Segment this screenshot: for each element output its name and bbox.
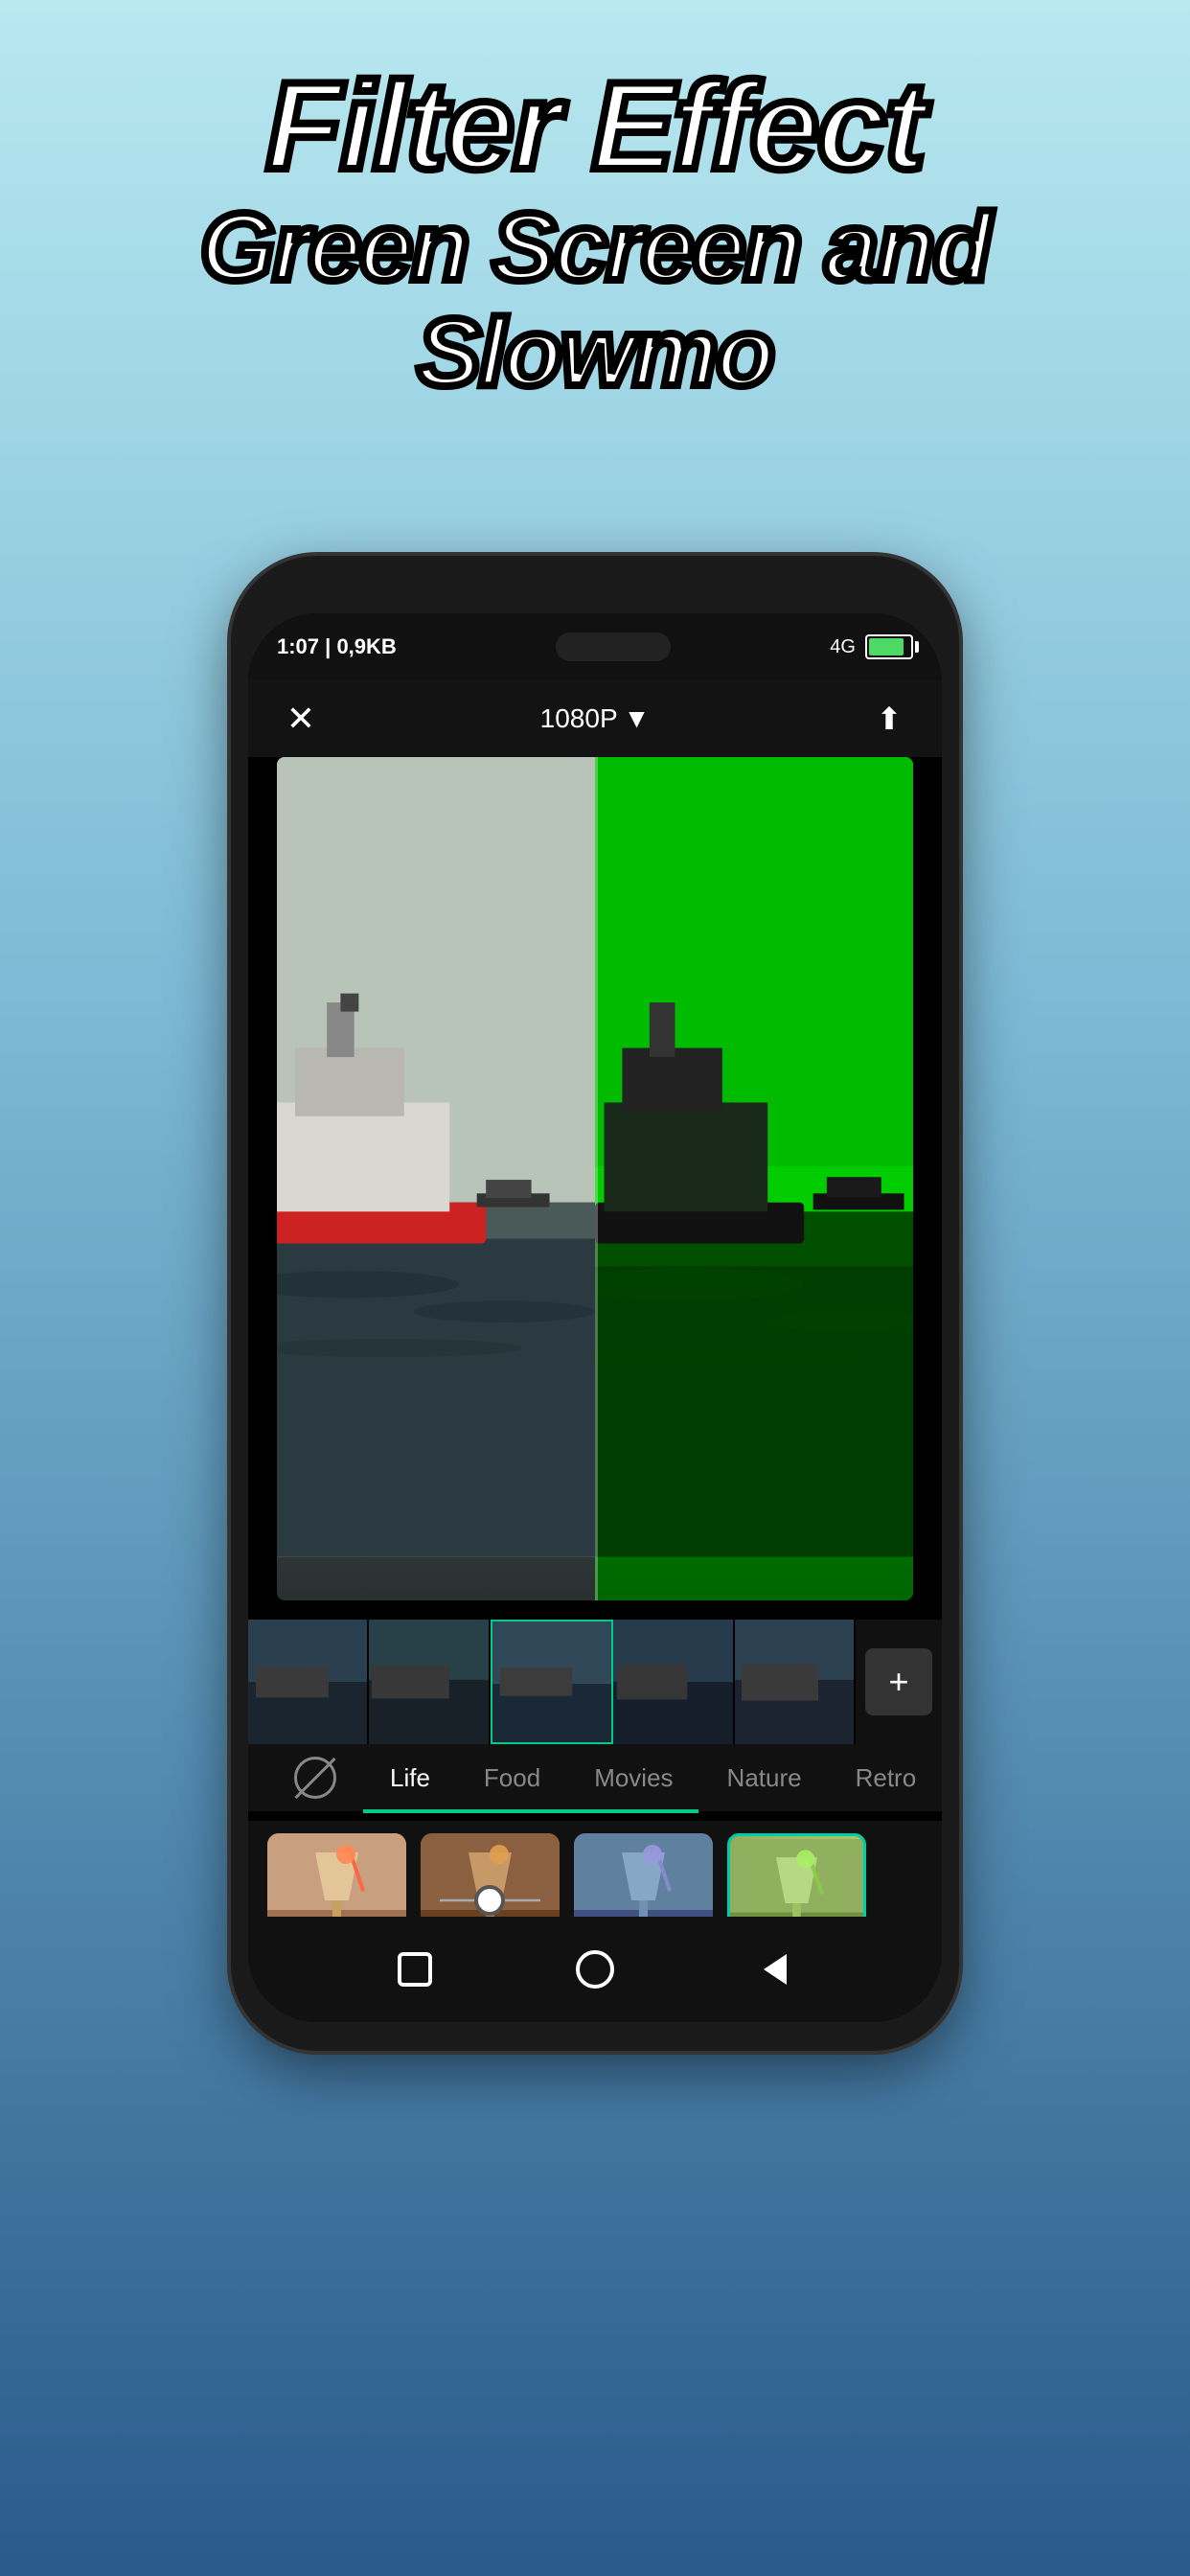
main-title-line2: Green Screen and Slowmo xyxy=(38,195,1152,405)
nav-triangle-icon xyxy=(752,1946,798,1992)
export-button[interactable]: ⬆ xyxy=(865,695,913,743)
no-filter-button[interactable] xyxy=(267,1747,363,1808)
filter-tab-life-label: Life xyxy=(390,1763,430,1792)
nav-bar xyxy=(248,1917,942,2022)
filter-active-indicator xyxy=(363,1809,698,1813)
status-time: 1:07 | 0,9KB xyxy=(277,634,397,659)
phone-screen: 1:07 | 0,9KB 4G ✕ 1080P ▼ ⬆ xyxy=(248,613,942,2022)
filter-tab-food-label: Food xyxy=(484,1763,540,1792)
nav-square-icon xyxy=(392,1946,438,1992)
battery-icon xyxy=(865,634,913,659)
phone-container: 1:07 | 0,9KB 4G ✕ 1080P ▼ ⬆ xyxy=(231,556,959,2051)
network-icon: 4G xyxy=(830,636,856,658)
main-title-line1: Filter Effect xyxy=(38,58,1152,195)
resolution-button[interactable]: 1080P ▼ xyxy=(540,703,651,734)
status-right: 4G xyxy=(830,634,913,659)
nav-square-button[interactable] xyxy=(389,1944,442,1996)
export-icon: ⬆ xyxy=(877,701,903,737)
battery-fill xyxy=(869,638,904,656)
filter-tab-movies-label: Movies xyxy=(594,1763,673,1792)
status-bar: 1:07 | 0,9KB 4G xyxy=(248,613,942,680)
resolution-arrow-icon: ▼ xyxy=(624,703,651,734)
filter-tab-retro-label: Retro xyxy=(856,1763,917,1792)
timeline-frame-5[interactable] xyxy=(735,1620,856,1744)
timeline-frame-2[interactable] xyxy=(369,1620,490,1744)
filter-tab-movies[interactable]: Movies xyxy=(567,1754,699,1803)
filter-tab-food[interactable]: Food xyxy=(457,1754,567,1803)
preview-left-normal xyxy=(277,757,595,1600)
filter-tab-nature[interactable]: Nature xyxy=(700,1754,829,1803)
title-section: Filter Effect Green Screen and Slowmo xyxy=(0,0,1190,434)
filter-tabs: Life Food Movies Nature Retro xyxy=(248,1744,942,1811)
nav-back-button[interactable] xyxy=(749,1944,802,1996)
timeline-strip[interactable]: + xyxy=(248,1620,942,1744)
filter-tab-nature-label: Nature xyxy=(727,1763,802,1792)
top-toolbar: ✕ 1080P ▼ ⬆ xyxy=(248,680,942,757)
filter-tab-life[interactable]: Life xyxy=(363,1754,457,1803)
nav-circle-icon xyxy=(572,1946,618,1992)
timeline-add-button[interactable]: + xyxy=(865,1648,932,1715)
close-button[interactable]: ✕ xyxy=(277,695,325,743)
preview-right-greenscreen xyxy=(595,757,913,1600)
preview-divider xyxy=(595,757,598,1600)
nav-home-button[interactable] xyxy=(569,1944,622,1996)
timeline-frames xyxy=(248,1620,856,1744)
timeline-frame-4[interactable] xyxy=(613,1620,734,1744)
camera-notch xyxy=(556,632,671,661)
no-filter-icon xyxy=(294,1757,336,1799)
close-icon: ✕ xyxy=(286,702,315,736)
timeline-frame-3[interactable] xyxy=(491,1620,613,1744)
timeline-frame-1[interactable] xyxy=(248,1620,369,1744)
filter-tab-retro[interactable]: Retro xyxy=(829,1754,942,1803)
video-preview xyxy=(277,757,913,1600)
resolution-label: 1080P xyxy=(540,703,618,734)
